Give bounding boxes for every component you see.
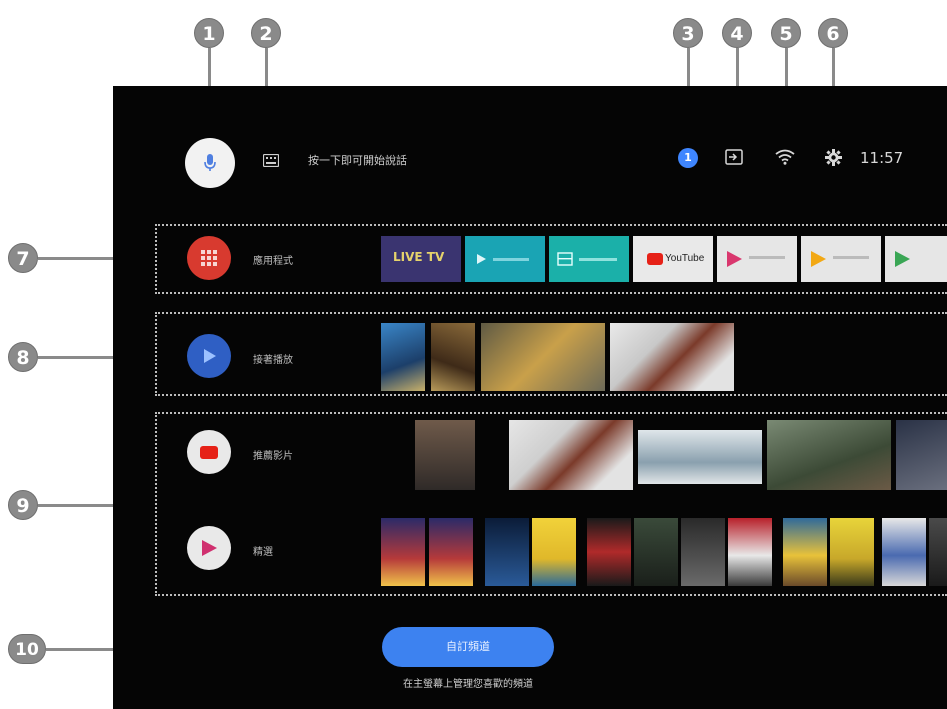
tv-home-screen: 按一下即可開始說話 1 11:57 應用程式 LIVE TV YouTube 接… bbox=[113, 86, 947, 709]
callout-10: 10 bbox=[8, 634, 46, 664]
callout-5: 5 bbox=[771, 18, 801, 48]
callout-1: 1 bbox=[194, 18, 224, 48]
keyboard-icon bbox=[262, 153, 280, 168]
callout-4: 4 bbox=[722, 18, 752, 48]
settings-button[interactable] bbox=[825, 149, 842, 170]
callout-8: 8 bbox=[8, 342, 38, 372]
youtube-video-4[interactable] bbox=[767, 420, 891, 490]
movie-poster-10[interactable] bbox=[830, 518, 874, 586]
customize-channels-subtitle: 在主螢幕上管理您喜歡的頻道 bbox=[403, 679, 533, 690]
youtube-row-label: 推薦影片 bbox=[253, 451, 293, 462]
movie-poster-9[interactable] bbox=[783, 518, 827, 586]
callout-6: 6 bbox=[818, 18, 848, 48]
movie-poster-2[interactable] bbox=[429, 518, 473, 586]
movie-poster-8[interactable] bbox=[728, 518, 772, 586]
movie-poster-6[interactable] bbox=[634, 518, 678, 586]
app-tile-play-movies[interactable] bbox=[465, 236, 545, 282]
movie-poster-5[interactable] bbox=[587, 518, 631, 586]
youtube-icon bbox=[200, 445, 218, 459]
notification-badge[interactable]: 1 bbox=[678, 148, 698, 168]
youtube-video-1[interactable] bbox=[415, 420, 475, 490]
youtube-channel-button[interactable] bbox=[187, 430, 231, 474]
play-icon bbox=[204, 349, 216, 363]
microphone-icon bbox=[204, 154, 216, 171]
wifi-status-button[interactable] bbox=[775, 149, 795, 169]
callout-7: 7 bbox=[8, 243, 38, 273]
callout-2: 2 bbox=[251, 18, 281, 48]
app-tile-play-books[interactable] bbox=[801, 236, 881, 282]
app-tile-livetv[interactable]: LIVE TV bbox=[381, 236, 461, 282]
apps-button[interactable] bbox=[187, 236, 231, 280]
youtube-video-3[interactable] bbox=[638, 430, 762, 484]
movie-poster-12[interactable] bbox=[929, 518, 947, 586]
wifi-icon bbox=[775, 149, 795, 165]
app-tile-play-store[interactable] bbox=[885, 236, 947, 282]
play-icon bbox=[477, 254, 486, 264]
youtube-icon bbox=[647, 253, 663, 265]
input-source-button[interactable] bbox=[725, 149, 743, 169]
gear-icon bbox=[825, 149, 842, 166]
play-next-video-1[interactable] bbox=[481, 323, 605, 391]
customize-channels-button[interactable]: 自訂頻道 bbox=[382, 627, 554, 667]
app-tile-youtube-label: YouTube bbox=[665, 253, 705, 264]
movie-poster-7[interactable] bbox=[681, 518, 725, 586]
play-music-icon bbox=[727, 251, 742, 267]
clock: 11:57 bbox=[860, 149, 904, 167]
play-next-video-2[interactable] bbox=[610, 323, 734, 391]
apps-grid-icon bbox=[201, 250, 217, 266]
callout-3: 3 bbox=[673, 18, 703, 48]
movie-poster-11[interactable] bbox=[882, 518, 926, 586]
apps-row-label: 應用程式 bbox=[253, 256, 293, 267]
movies-row-label: 精選 bbox=[253, 547, 273, 558]
movie-poster-3[interactable] bbox=[485, 518, 529, 586]
movie-poster-1[interactable] bbox=[381, 518, 425, 586]
search-hint-text: 按一下即可開始說話 bbox=[308, 154, 407, 167]
callout-9: 9 bbox=[8, 490, 38, 520]
youtube-video-2[interactable] bbox=[509, 420, 633, 490]
app-tile-livetv-label: LIVE TV bbox=[393, 250, 445, 264]
play-books-icon bbox=[811, 251, 826, 267]
app-tile-play-music[interactable] bbox=[717, 236, 797, 282]
movies-channel-button[interactable] bbox=[187, 526, 231, 570]
play-next-poster-2[interactable] bbox=[431, 323, 475, 391]
tv-app-icon bbox=[557, 252, 573, 266]
movie-poster-4[interactable] bbox=[532, 518, 576, 586]
keyboard-search-button[interactable] bbox=[262, 152, 280, 171]
play-movies-icon bbox=[202, 540, 217, 556]
input-source-icon bbox=[725, 149, 743, 165]
app-tile-youtube[interactable]: YouTube bbox=[633, 236, 713, 282]
play-next-row-label: 接著播放 bbox=[253, 355, 293, 366]
app-tile-tv-app[interactable] bbox=[549, 236, 629, 282]
play-next-poster-1[interactable] bbox=[381, 323, 425, 391]
voice-search-button[interactable] bbox=[185, 138, 235, 188]
play-store-icon bbox=[895, 251, 910, 267]
youtube-video-5[interactable] bbox=[896, 420, 947, 490]
play-next-channel-button[interactable] bbox=[187, 334, 231, 378]
